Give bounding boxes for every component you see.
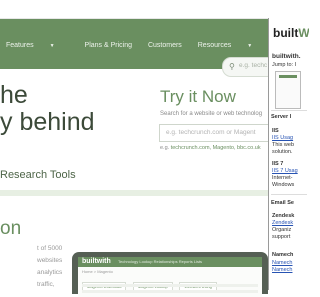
- iis-usage-link[interactable]: IIS Usag: [272, 135, 293, 142]
- search-icon: ⚲: [229, 62, 235, 71]
- navbar-search-placeholder: e.g. techc: [239, 62, 268, 69]
- zendesk-link[interactable]: Zendesk: [272, 220, 293, 227]
- panel-site-name: builtwith.: [272, 53, 301, 60]
- section-heading: on: [0, 218, 22, 239]
- example-links[interactable]: techcrunch.com, Magento, bbc.co.uk: [171, 145, 261, 151]
- panel-jump-to[interactable]: Jump to: I: [272, 62, 296, 69]
- iis7-desc: Internet-: [272, 175, 293, 181]
- zendesk-desc: Organiz: [272, 227, 292, 233]
- iis-heading: IIS: [272, 128, 279, 134]
- try-it-heading: Try it Now: [160, 87, 236, 106]
- builtwith-extension-panel: builtW builtwith. Jump to: I Server I II…: [268, 18, 309, 290]
- section-text-line: analytics: [37, 269, 63, 276]
- laptop-screen: builtwith Technology Lookup Relationship…: [78, 257, 262, 297]
- chevron-down-icon: ▼: [49, 43, 55, 49]
- mockup-nav: Technology Lookup Relationships Reports …: [118, 259, 203, 264]
- namecheap-link[interactable]: Namech: [272, 260, 292, 267]
- mockup-breadcrumb: Home > Magento: [82, 269, 113, 274]
- mockup-navbar: builtwith Technology Lookup Relationship…: [78, 257, 262, 267]
- site-thumbnail: [275, 71, 301, 109]
- iis-desc: This web: [272, 142, 295, 148]
- site-navbar: Features ▼ Plans & Pricing Customers Reso…: [0, 19, 276, 77]
- hero-title-line-2: y behind: [0, 108, 95, 136]
- website-search-placeholder: e.g. techcrunch.com or Magent: [166, 129, 256, 136]
- mockup-row: [82, 290, 258, 293]
- chevron-down-icon: ▼: [247, 43, 253, 49]
- server-section-heading: Server I: [271, 114, 292, 120]
- iis-desc: solution.: [272, 149, 293, 155]
- iis7-usage-link[interactable]: IIS 7 Usag: [272, 168, 298, 175]
- browser-top-strip: [0, 0, 300, 19]
- section-text-line: t of 5000: [37, 245, 63, 252]
- nav-item-resources[interactable]: Resources ▼: [198, 42, 266, 49]
- mockup-row: [82, 284, 258, 287]
- iis7-desc: Windows: [272, 182, 295, 188]
- laptop-mockup: builtwith Technology Lookup Relationship…: [72, 252, 268, 297]
- builtwith-logo: builtW: [273, 26, 309, 40]
- mockup-logo: builtwith: [82, 258, 111, 265]
- email-section-heading: Email Se: [271, 200, 294, 206]
- section-divider: [0, 190, 268, 196]
- website-search-input[interactable]: e.g. techcrunch.com or Magent: [159, 124, 270, 142]
- search-caption: Search for a website or web technolog: [160, 111, 263, 117]
- namecheap-heading: Namech: [272, 252, 294, 258]
- zendesk-heading: Zendesk: [272, 213, 295, 219]
- nav-item-customers[interactable]: Customers: [148, 42, 182, 49]
- section-text-line: traffic,: [37, 281, 55, 288]
- zendesk-desc: support: [272, 234, 291, 240]
- hero-subtitle: Research Tools: [0, 169, 76, 181]
- namecheap-link[interactable]: Namech: [272, 267, 292, 274]
- iis7-heading: IIS 7: [272, 161, 284, 167]
- nav-item-features[interactable]: Features ▼: [6, 42, 69, 49]
- nav-item-plans-pricing[interactable]: Plans & Pricing: [85, 42, 132, 49]
- search-examples: e.g. techcrunch.com, Magento, bbc.co.uk: [160, 145, 261, 151]
- divider: [271, 110, 307, 111]
- section-text-line: websites: [37, 257, 63, 264]
- divider: [271, 194, 307, 195]
- hero-title-line-1: he: [0, 81, 28, 109]
- nav-menu: Features ▼ Plans & Pricing Customers Reso…: [6, 42, 280, 49]
